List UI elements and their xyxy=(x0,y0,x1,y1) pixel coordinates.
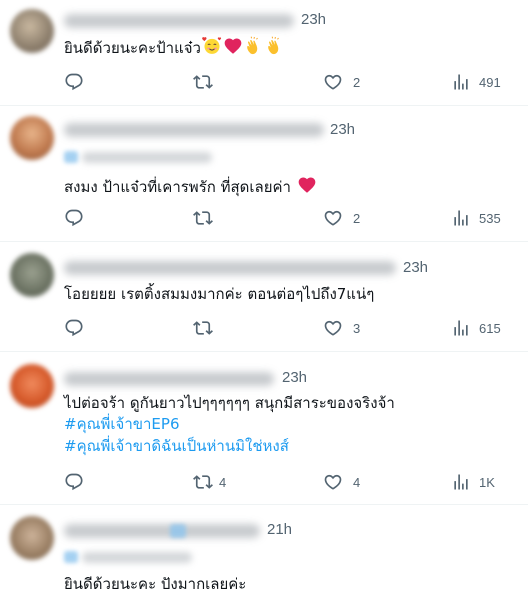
tweet-text: ยินดีด้วยนะคะ ปังมากเลยค่ะ xyxy=(64,574,246,595)
retweet-button[interactable] xyxy=(193,71,213,93)
avatar[interactable] xyxy=(10,516,54,560)
red-heart-emoji xyxy=(297,175,317,195)
reply-button[interactable] xyxy=(64,71,84,93)
views-count: 1K xyxy=(479,474,495,490)
like-button[interactable]: 2 xyxy=(323,207,360,229)
like-count: 2 xyxy=(353,74,361,90)
timestamp[interactable]: 23h xyxy=(301,11,326,28)
hashtag-link[interactable]: #คุณพี่เจ้าขาดิฉันเป็นห่านมิใช่หงส์ xyxy=(64,436,289,457)
timestamp[interactable]: 21h xyxy=(267,521,292,538)
views-icon xyxy=(451,208,471,228)
tweet[interactable]: 23h โอยยยย เรตติ้งสมมงมากค่ะ ตอนต่อๆไปถึ… xyxy=(0,242,528,352)
views-icon xyxy=(451,318,471,338)
tweet-actions: 2 535 xyxy=(0,207,528,229)
retweet-button[interactable] xyxy=(193,317,213,339)
like-icon xyxy=(323,472,343,492)
retweet-icon xyxy=(193,72,213,92)
views-count: 615 xyxy=(479,320,501,336)
reply-context-icon xyxy=(64,551,78,563)
tweet-text: ไปต่อจร้า ดูกันยาวไปๆๆๆๆๆๆ สนุกมีสาระของ… xyxy=(64,393,395,414)
retweet-icon xyxy=(193,318,213,338)
tweet-actions: 2 491 xyxy=(0,71,528,93)
reply-button[interactable] xyxy=(64,207,84,229)
verified-badge-blurred xyxy=(170,524,186,538)
user-name-blurred[interactable] xyxy=(64,123,324,137)
timestamp[interactable]: 23h xyxy=(330,121,355,138)
tweet[interactable]: 21h ยินดีด้วยนะคะ ปังมากเลยค่ะ xyxy=(0,505,528,598)
reply-icon xyxy=(64,208,84,228)
tweet-actions: 4 4 1K xyxy=(0,471,528,493)
views-count: 491 xyxy=(479,74,501,90)
views-count: 535 xyxy=(479,210,501,226)
tweet-text-line: ยินดีด้วยนะคะป้าแจ๋ว xyxy=(64,39,201,57)
views-icon xyxy=(451,72,471,92)
retweet-count: 4 xyxy=(219,474,227,490)
smiling-face-with-hearts-emoji xyxy=(202,36,222,56)
like-button[interactable]: 4 xyxy=(323,471,360,493)
views-button[interactable]: 615 xyxy=(451,317,501,339)
avatar[interactable] xyxy=(10,9,54,53)
retweet-button[interactable] xyxy=(193,207,213,229)
user-name-blurred[interactable] xyxy=(64,261,396,275)
views-icon xyxy=(451,472,471,492)
user-name-blurred[interactable] xyxy=(64,14,294,28)
tweet-actions: 3 615 xyxy=(0,317,528,339)
like-icon xyxy=(323,208,343,228)
tweet-text: สงมง ป้าแจ๋วที่เคารพรัก ที่สุดเลยค่า xyxy=(64,175,317,198)
reply-button[interactable] xyxy=(64,471,84,493)
clapping-hands-emoji xyxy=(265,36,285,56)
tweet-text: โอยยยย เรตติ้งสมมงมากค่ะ ตอนต่อๆไปถึง7แน… xyxy=(64,284,374,305)
retweet-icon xyxy=(193,208,213,228)
tweet[interactable]: 23h สงมง ป้าแจ๋วที่เคารพรัก ที่สุดเลยค่า… xyxy=(0,106,528,242)
hashtag-link[interactable]: #คุณพี่เจ้าขาEP6 xyxy=(64,414,180,435)
reply-icon xyxy=(64,72,84,92)
avatar[interactable] xyxy=(10,116,54,160)
tweet-text-line: สงมง ป้าแจ๋วที่เคารพรัก ที่สุดเลยค่า xyxy=(64,178,291,196)
red-heart-emoji xyxy=(223,36,243,56)
user-name-blurred[interactable] xyxy=(64,524,260,538)
like-icon xyxy=(323,318,343,338)
like-button[interactable]: 3 xyxy=(323,317,360,339)
reply-button[interactable] xyxy=(64,317,84,339)
tweet-text-line: ไปต่อจร้า ดูกันยาวไปๆๆๆๆๆๆ สนุกมีสาระของ… xyxy=(64,394,395,412)
tweet[interactable]: 23h ยินดีด้วยนะคะป้าแจ๋ว 2 491 xyxy=(0,0,528,106)
like-count: 4 xyxy=(353,474,361,490)
reply-context-blurred[interactable] xyxy=(82,552,192,563)
timestamp[interactable]: 23h xyxy=(403,259,428,276)
retweet-button[interactable]: 4 xyxy=(193,471,226,493)
timestamp[interactable]: 23h xyxy=(282,369,307,386)
views-button[interactable]: 491 xyxy=(451,71,501,93)
reply-icon xyxy=(64,472,84,492)
views-button[interactable]: 1K xyxy=(451,471,495,493)
retweet-icon xyxy=(193,472,213,492)
like-icon xyxy=(323,72,343,92)
tweet-text: ยินดีด้วยนะคะป้าแจ๋ว xyxy=(64,36,285,59)
avatar[interactable] xyxy=(10,253,54,297)
tweet-text-line: ยินดีด้วยนะคะ ปังมากเลยค่ะ xyxy=(64,575,247,593)
avatar[interactable] xyxy=(10,364,54,408)
tweet[interactable]: 23h ไปต่อจร้า ดูกันยาวไปๆๆๆๆๆๆ สนุกมีสาร… xyxy=(0,352,528,505)
like-count: 3 xyxy=(353,320,361,336)
clapping-hands-emoji xyxy=(244,36,264,56)
tweet-text-line: โอยยยย เรตติ้งสมมงมากค่ะ ตอนต่อๆไปถึง7แน… xyxy=(64,285,375,303)
reply-icon xyxy=(64,318,84,338)
like-button[interactable]: 2 xyxy=(323,71,360,93)
reply-context-icon xyxy=(64,151,78,163)
like-count: 2 xyxy=(353,210,361,226)
user-name-blurred[interactable] xyxy=(64,372,274,386)
views-button[interactable]: 535 xyxy=(451,207,501,229)
reply-context-blurred[interactable] xyxy=(82,152,212,163)
